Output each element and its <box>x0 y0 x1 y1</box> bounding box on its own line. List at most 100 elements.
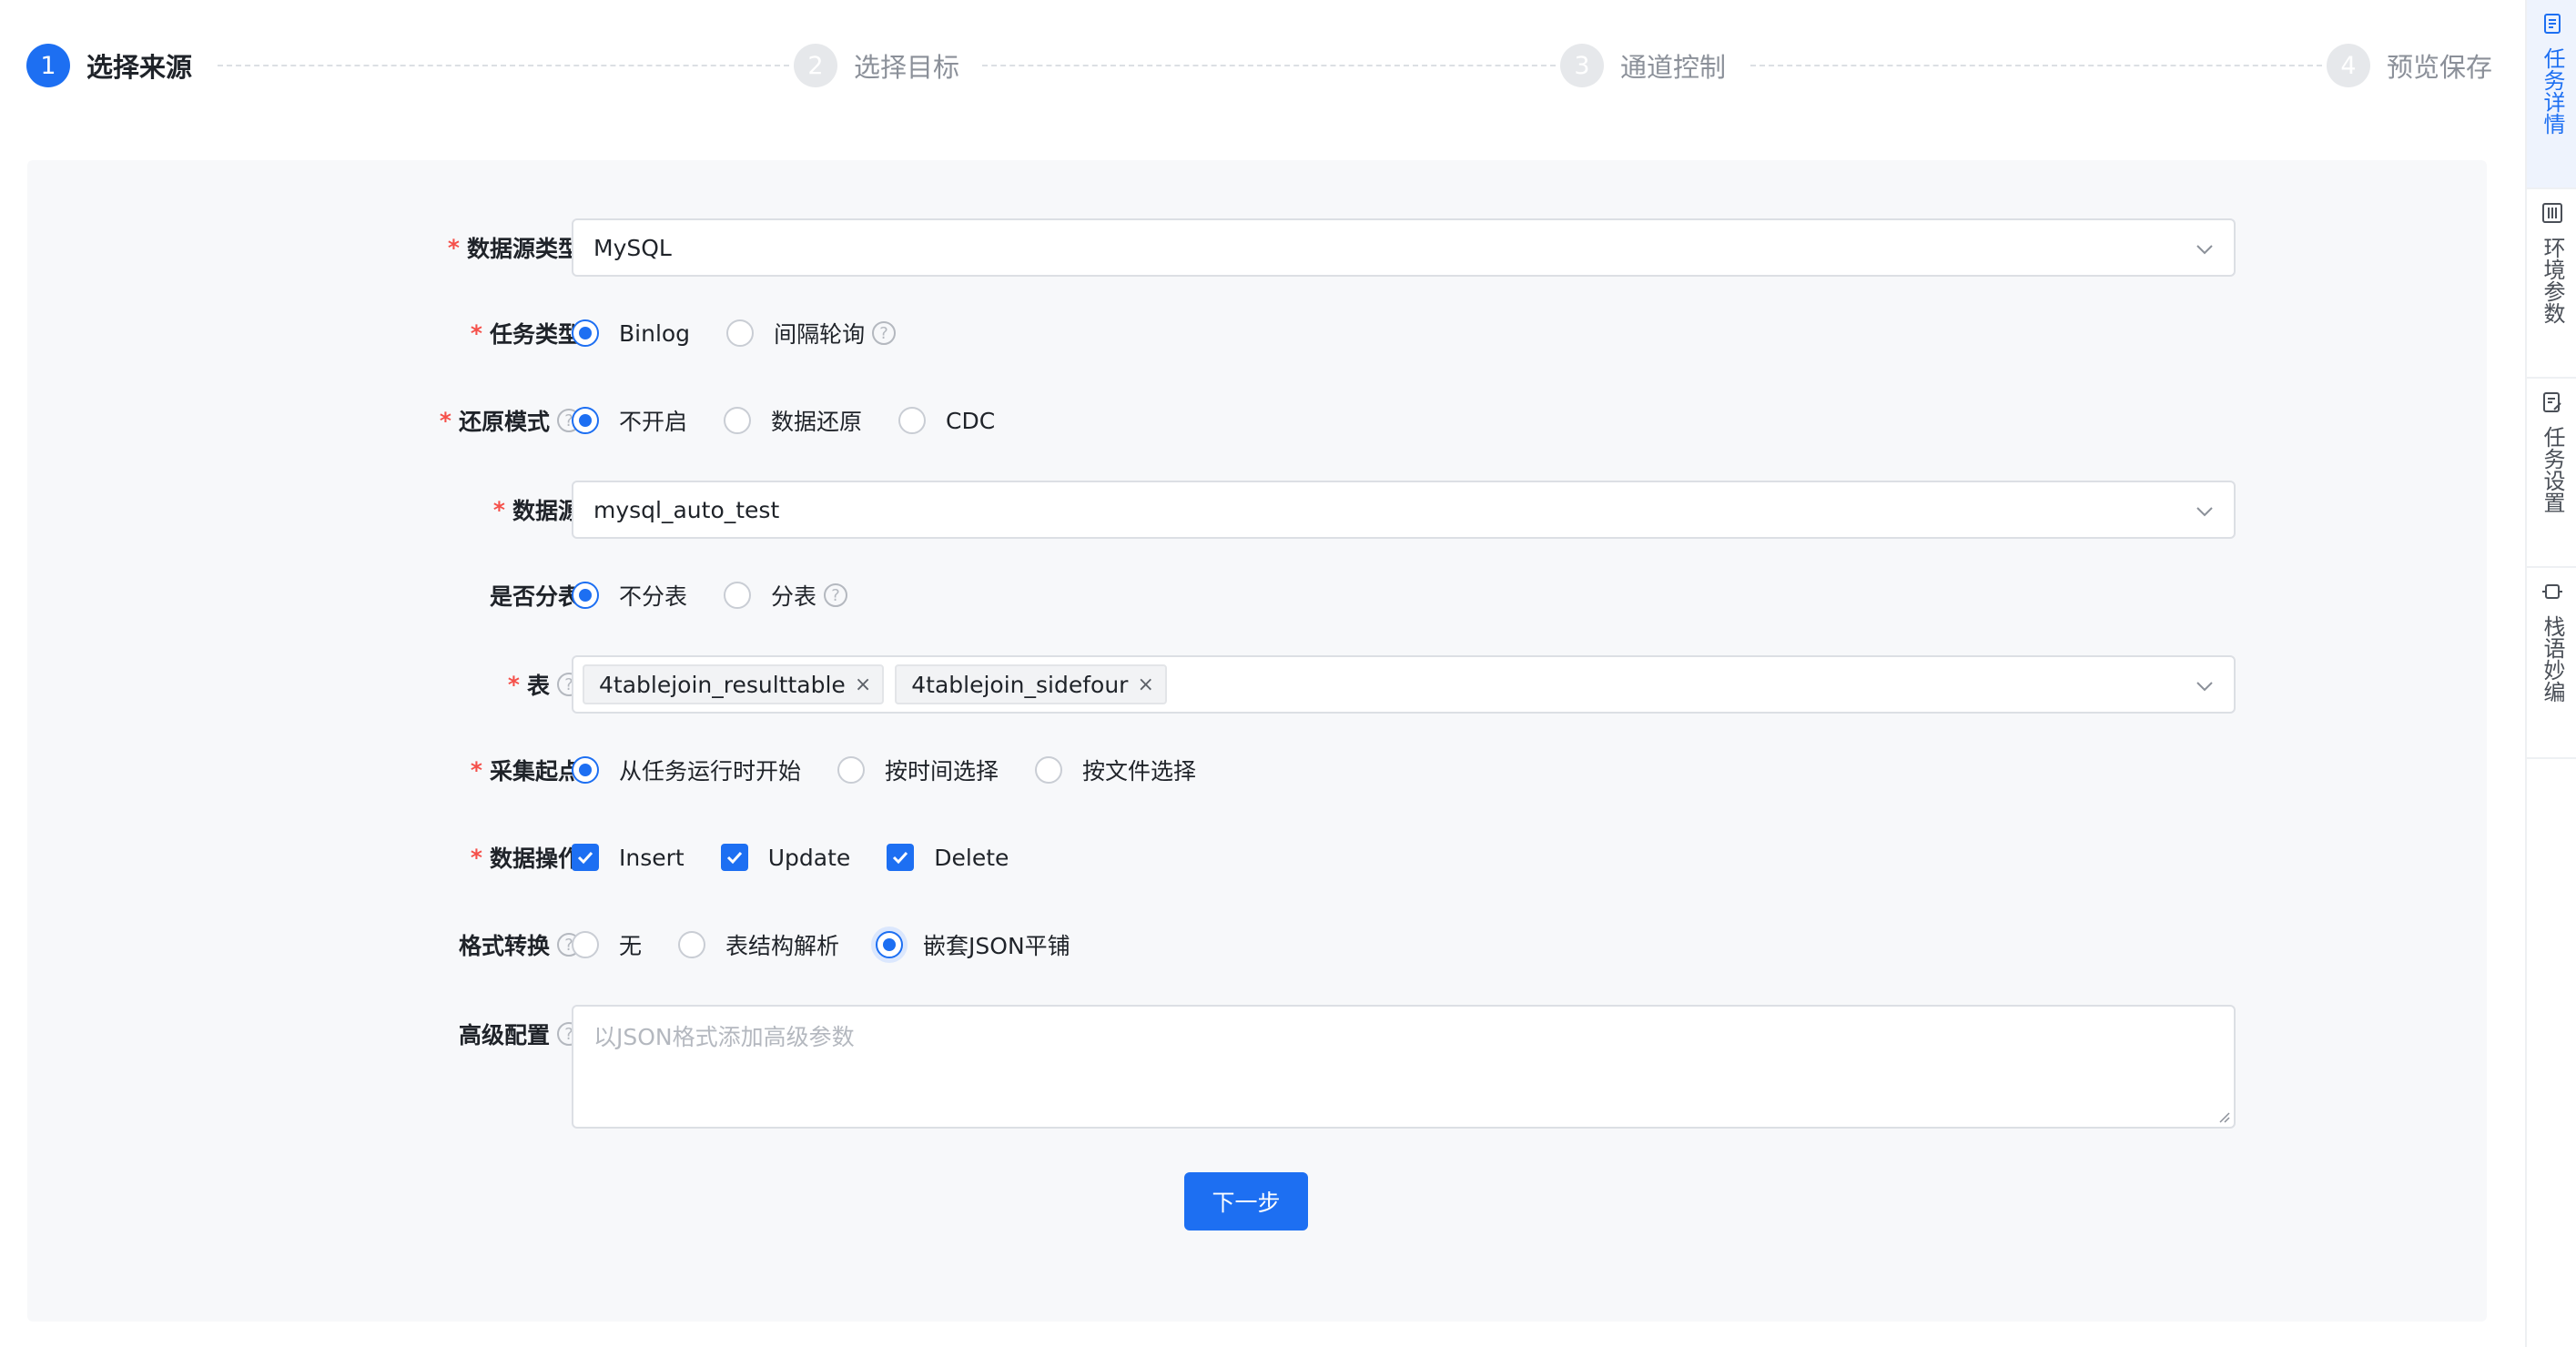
row-datasource: * 数据源 mysql_auto_test <box>27 481 2487 539</box>
row-data-ops: * 数据操作 Insert Update Delete <box>27 828 2487 886</box>
step-connector <box>982 65 1556 66</box>
radio-option-json-flatten[interactable]: 嵌套JSON平铺 <box>876 928 1070 961</box>
step-label: 选择目标 <box>854 52 960 83</box>
data-ops-checkbox-group: Insert Update Delete <box>572 828 1045 886</box>
check-icon <box>893 851 908 865</box>
sidebar-item-label: 栈语妙编 <box>2540 615 2565 703</box>
field-label: * 数据源类型 <box>447 234 581 263</box>
sliders-icon <box>2542 203 2562 223</box>
advanced-config-textarea[interactable]: 以JSON格式添加高级参数 <box>572 1005 2236 1129</box>
resize-handle-icon[interactable] <box>2216 1109 2230 1123</box>
required-mark: * <box>507 671 520 698</box>
radio-option-sharding[interactable]: 分表 ? <box>724 579 848 612</box>
restore-mode-radio-group: 不开启 数据还原 CDC <box>572 391 1031 450</box>
format-convert-radio-group: 无 表结构解析 嵌套JSON平铺 <box>572 916 1107 974</box>
radio-button[interactable] <box>726 319 755 347</box>
step-preview-save[interactable]: 4 预览保存 <box>2327 40 2492 91</box>
field-label: 格式转换 ? <box>459 916 581 974</box>
required-mark: * <box>492 496 505 523</box>
required-mark: * <box>439 407 451 434</box>
row-datasource-type: * 数据源类型 MySQL <box>27 218 2487 277</box>
sidebar-item-task-details[interactable]: 任务详情 <box>2527 0 2576 189</box>
tables-multi-select[interactable]: 4tablejoin_resulttable × 4tablejoin_side… <box>572 655 2236 714</box>
checkbox-option-delete[interactable]: Delete <box>887 844 1009 871</box>
radio-option-binlog[interactable]: Binlog <box>572 319 690 347</box>
checkbox[interactable] <box>887 844 915 871</box>
radio-option-none[interactable]: 无 <box>572 928 642 961</box>
sidebar-item-label: 任务详情 <box>2540 47 2565 135</box>
radio-button[interactable] <box>572 319 599 347</box>
row-format-convert: 格式转换 ? 无 表结构解析 嵌套JSON平铺 <box>27 916 2487 974</box>
field-label: 是否分表 <box>489 583 581 610</box>
radio-button[interactable] <box>572 931 599 958</box>
step-select-target[interactable]: 2 选择目标 <box>794 40 959 91</box>
radio-button[interactable] <box>837 756 866 784</box>
next-step-button[interactable]: 下一步 <box>1184 1172 1308 1231</box>
sidebar-item-label: 环境参数 <box>2540 237 2565 324</box>
datasource-type-select[interactable]: MySQL <box>572 218 2236 277</box>
step-number: 1 <box>26 44 70 87</box>
step-select-source[interactable]: 1 选择来源 <box>26 40 192 91</box>
row-task-type: * 任务类型 Binlog 间隔轮询 ? <box>27 304 2487 362</box>
step-number: 4 <box>2327 44 2370 87</box>
checkbox-option-update[interactable]: Update <box>720 844 850 871</box>
datasource-select[interactable]: mysql_auto_test <box>572 481 2236 539</box>
radio-button[interactable] <box>572 582 599 609</box>
field-label: * 数据操作 <box>470 844 581 873</box>
step-channel-control[interactable]: 3 通道控制 <box>1560 40 1726 91</box>
field-label: * 数据源 <box>492 496 581 525</box>
checkbox[interactable] <box>572 844 599 871</box>
radio-button[interactable] <box>898 407 927 434</box>
radio-button[interactable] <box>724 407 752 434</box>
step-number: 3 <box>1560 44 1604 87</box>
help-icon[interactable]: ? <box>872 321 897 345</box>
radio-option-by-file[interactable]: 按文件选择 <box>1035 754 1196 786</box>
field-label: 高级配置 ? <box>459 1005 581 1063</box>
field-label: * 表 ? <box>508 655 581 714</box>
radio-button[interactable] <box>724 582 752 609</box>
radio-option-data-restore[interactable]: 数据还原 <box>724 404 862 437</box>
row-restore-mode: * 还原模式 ? 不开启 数据还原 CDC <box>27 391 2487 450</box>
radio-option-disabled[interactable]: 不开启 <box>572 404 687 437</box>
required-mark: * <box>470 756 482 784</box>
task-settings-icon <box>2543 392 2561 412</box>
steps-bar: 1 选择来源 2 选择目标 3 通道控制 4 预览保存 <box>26 40 2492 91</box>
checkbox[interactable] <box>720 844 748 871</box>
radio-option-schema-parse[interactable]: 表结构解析 <box>678 928 839 961</box>
radio-button[interactable] <box>876 931 904 958</box>
radio-option-by-time[interactable]: 按时间选择 <box>837 754 999 786</box>
radio-button[interactable] <box>572 407 599 434</box>
radio-button[interactable] <box>572 756 599 784</box>
close-icon[interactable]: × <box>1137 674 1153 696</box>
right-sidebar: 任务详情 环境参数 任务设置 栈语妙编 <box>2525 0 2576 1347</box>
step-number: 2 <box>794 44 837 87</box>
radio-option-no-sharding[interactable]: 不分表 <box>572 579 687 612</box>
row-tables: * 表 ? 4tablejoin_resulttable × 4tablejoi… <box>27 655 2487 714</box>
field-label: * 还原模式 ? <box>440 391 581 450</box>
step-connector <box>218 65 789 66</box>
step-label: 选择来源 <box>86 52 193 83</box>
radio-option-from-task-start[interactable]: 从任务运行时开始 <box>572 754 801 786</box>
chevron-down-icon <box>2196 507 2213 517</box>
radio-button[interactable] <box>1035 756 1063 784</box>
required-mark: * <box>447 234 460 261</box>
table-tag: 4tablejoin_resulttable × <box>583 664 885 704</box>
sidebar-item-env-params[interactable]: 环境参数 <box>2527 189 2576 379</box>
check-icon <box>577 851 593 865</box>
field-label: * 采集起点 <box>470 756 581 785</box>
row-advanced: 高级配置 ? 以JSON格式添加高级参数 <box>27 1005 2487 1129</box>
help-icon[interactable]: ? <box>824 583 848 607</box>
chevron-down-icon <box>2196 682 2213 692</box>
sidebar-item-task-settings[interactable]: 任务设置 <box>2527 379 2576 568</box>
checkbox-option-insert[interactable]: Insert <box>572 844 685 871</box>
start-point-radio-group: 从任务运行时开始 按时间选择 按文件选择 <box>572 741 1232 799</box>
radio-button[interactable] <box>678 931 706 958</box>
required-mark: * <box>470 319 482 347</box>
document-list-icon <box>2544 14 2561 34</box>
radio-option-interval-poll[interactable]: 间隔轮询 ? <box>726 317 897 349</box>
radio-option-cdc[interactable]: CDC <box>898 407 995 434</box>
close-icon[interactable]: × <box>855 674 871 696</box>
step-label: 通道控制 <box>1620 52 1727 83</box>
sidebar-item-label: 任务设置 <box>2540 426 2565 513</box>
sidebar-item-code-editor[interactable]: 栈语妙编 <box>2527 568 2576 759</box>
